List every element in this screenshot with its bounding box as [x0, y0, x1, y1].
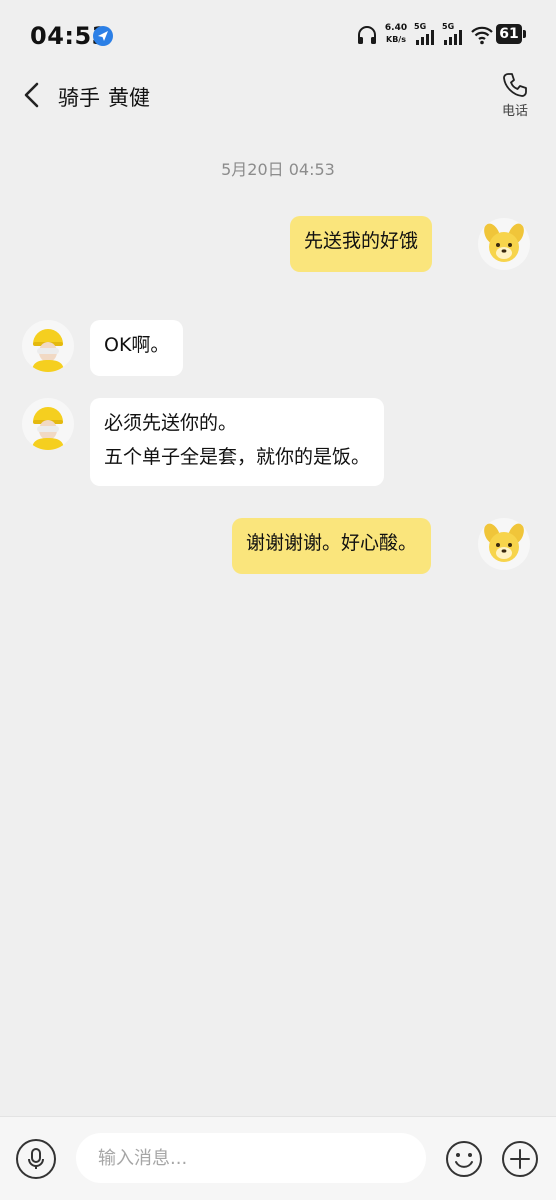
- status-bar: 04:53 6.40 KB/s 5G 5G 61: [0, 0, 556, 70]
- contact-role: 骑手: [58, 86, 100, 110]
- signal-icon: 5G: [414, 22, 438, 48]
- more-options-button[interactable]: [500, 1139, 540, 1179]
- outgoing-message-bubble[interactable]: 谢谢谢谢。好心酸。: [232, 518, 432, 574]
- message-text: OK啊。: [104, 334, 170, 356]
- battery-icon: 61: [496, 24, 528, 46]
- my-avatar[interactable]: [478, 518, 530, 570]
- chat-header: 骑手 黄健 电话: [0, 64, 556, 130]
- input-bar: [0, 1116, 556, 1200]
- back-button[interactable]: [16, 78, 50, 112]
- incoming-message-bubble[interactable]: OK啊。: [90, 320, 184, 376]
- plus-icon: [502, 1141, 538, 1177]
- chat-screen: 04:53 6.40 KB/s 5G 5G 61 骑手 黄健 电话 5月20日 …: [0, 0, 556, 1200]
- rider-avatar[interactable]: [22, 398, 74, 450]
- wifi-icon: [471, 26, 493, 45]
- call-button[interactable]: 电话: [490, 68, 540, 128]
- message-timestamp: 5月20日 04:53: [221, 160, 335, 179]
- message-text: 必须先送你的。: [104, 412, 238, 434]
- rider-avatar-icon: [32, 407, 64, 450]
- yellow-puppy-avatar-icon: [484, 523, 524, 562]
- back-arrow-icon: [24, 82, 39, 108]
- my-avatar[interactable]: [478, 218, 530, 270]
- rider-avatar[interactable]: [22, 320, 74, 372]
- rider-avatar-icon: [32, 329, 64, 372]
- microphone-icon: [28, 1148, 44, 1169]
- battery-level: 61: [499, 26, 519, 42]
- yellow-puppy-avatar-icon: [484, 223, 524, 262]
- network-speed-unit: KB/s: [386, 35, 406, 44]
- contact-name: 黄健: [108, 86, 150, 110]
- emoji-button[interactable]: [444, 1139, 484, 1179]
- call-label: 电话: [501, 104, 528, 119]
- outgoing-message-bubble[interactable]: 先送我的好饿: [290, 216, 433, 272]
- message-text: 谢谢谢谢。好心酸。: [246, 532, 418, 554]
- signal-icon: 5G: [442, 22, 466, 48]
- message-input[interactable]: [76, 1133, 426, 1183]
- voice-input-button[interactable]: [16, 1139, 56, 1179]
- network-speed: 6.40 KB/s: [383, 22, 409, 46]
- message-text: 五个单子全是套，就你的是饭。: [104, 446, 371, 468]
- phone-icon: [503, 73, 527, 97]
- network-speed-value: 6.40: [384, 23, 408, 33]
- headphone-icon: [358, 26, 376, 44]
- emoji-icon: [446, 1141, 482, 1177]
- location-arrow-icon: [93, 26, 113, 46]
- message-text: 先送我的好饿: [304, 230, 419, 252]
- incoming-message-bubble[interactable]: 必须先送你的。 五个单子全是套，就你的是饭。: [90, 398, 385, 486]
